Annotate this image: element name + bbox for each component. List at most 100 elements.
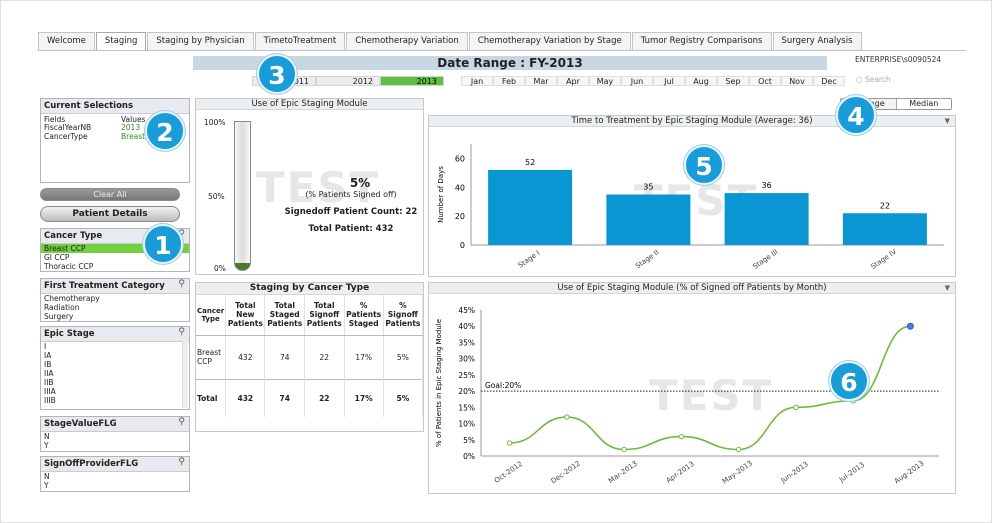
selection-value[interactable]: 2013: [121, 123, 140, 132]
first-treatment-category-listbox: First Treatment Category ⚲ Chemotherapy R…: [40, 278, 190, 322]
listbox-title: SignOffProviderFLG ⚲: [41, 457, 189, 472]
x-tick-label: May-2013: [721, 459, 754, 485]
month-aug[interactable]: Aug: [685, 76, 717, 86]
month-apr[interactable]: Apr: [557, 76, 589, 86]
selection-field: FiscalYearNB: [44, 123, 92, 132]
column-header: Total Signoff Patients: [304, 295, 345, 336]
x-tick-label: Stage III: [751, 248, 779, 271]
tab-chemotherapy-variation-by-stage[interactable]: Chemotherapy Variation by Stage: [468, 32, 631, 50]
tab-chemotherapy-variation[interactable]: Chemotherapy Variation: [346, 32, 468, 50]
month-oct[interactable]: Oct: [749, 76, 781, 86]
x-tick-label: Dec-2012: [550, 459, 582, 485]
bar: [724, 193, 809, 245]
tab-bar: Welcome Staging Staging by Physician Tim…: [38, 32, 863, 50]
list-item[interactable]: IB: [41, 360, 189, 369]
bar: [606, 194, 691, 245]
list-item[interactable]: Radiation: [41, 303, 189, 312]
user-label: ENTERPRISE\s0090524: [855, 55, 942, 64]
y-axis-label: % of Patients in Epic Staging Module: [435, 319, 443, 447]
month-may[interactable]: May: [589, 76, 621, 86]
search-icon[interactable]: ⚲: [178, 327, 185, 337]
tab-staging-by-physician[interactable]: Staging by Physician: [147, 32, 254, 50]
list-item[interactable]: IIB: [41, 378, 189, 387]
year-2013[interactable]: 2013: [380, 76, 444, 86]
scrollbar[interactable]: [182, 340, 188, 408]
gauge-percent-label: (% Patients Signed off): [305, 190, 397, 199]
y-tick-label: 0: [460, 241, 465, 250]
test-tube-gauge: [234, 121, 251, 271]
median-button[interactable]: Median: [895, 99, 951, 109]
list-item[interactable]: IA: [41, 351, 189, 360]
list-item[interactable]: N: [41, 432, 189, 441]
month-jul[interactable]: Jul: [653, 76, 685, 86]
table-cell: 74: [264, 379, 305, 417]
year-2012[interactable]: 2012: [316, 76, 380, 86]
axis-label: 0%: [214, 264, 226, 273]
search-placeholder: Search: [864, 75, 891, 84]
x-tick-label: Jun-2013: [779, 460, 810, 485]
listbox-title: StageValueFLG ⚲: [41, 417, 189, 432]
gauge-fill: [235, 262, 250, 270]
month-feb[interactable]: Feb: [493, 76, 525, 86]
month-jun[interactable]: Jun: [621, 76, 653, 86]
list-item[interactable]: Y: [41, 481, 189, 490]
x-tick-label: Stage IV: [869, 248, 898, 271]
search-input[interactable]: ○ Search: [856, 75, 891, 84]
x-tick-label: Stage II: [634, 248, 660, 270]
month-mar[interactable]: Mar: [525, 76, 557, 86]
chevron-down-icon[interactable]: ▼: [945, 116, 950, 127]
x-tick-label: Jul-2013: [837, 461, 866, 485]
month-nov[interactable]: Nov: [781, 76, 813, 86]
tab-tumor-registry-comparisons[interactable]: Tumor Registry Comparisons: [631, 32, 772, 50]
table-cell: 5%: [383, 335, 424, 379]
list-item[interactable]: N: [41, 472, 189, 481]
tab-surgery-analysis[interactable]: Surgery Analysis: [772, 32, 862, 50]
epic-stage-listbox: Epic Stage ⚲ I IA IB IIA IIB IIIA IIIB: [40, 326, 190, 410]
list-item[interactable]: IIA: [41, 369, 189, 378]
callout-badge-6: 6: [829, 361, 869, 401]
selection-field: CancerType: [44, 132, 88, 141]
y-tick-label: 25%: [458, 371, 475, 380]
tab-time-to-treatment[interactable]: TimetoTreatment: [254, 32, 346, 50]
month-dec[interactable]: Dec: [813, 76, 845, 86]
table-cell: Breast CCP: [196, 335, 227, 379]
column-header: Total Staged Patients: [264, 295, 305, 336]
chart-title: Use of Epic Staging Module (% of Signed …: [429, 283, 955, 294]
y-tick-label: 5%: [463, 436, 475, 445]
callout-badge-2: 2: [145, 111, 185, 151]
chevron-down-icon[interactable]: ▼: [945, 283, 950, 294]
bar: [488, 169, 573, 245]
x-tick-label: Apr-2013: [665, 460, 696, 485]
table-cell: 74: [264, 335, 305, 379]
list-item[interactable]: Chemotherapy: [41, 294, 189, 303]
staging-table-title: Staging by Cancer Type: [196, 283, 423, 295]
y-tick-label: 15%: [458, 403, 475, 412]
list-item[interactable]: Surgery: [41, 312, 189, 321]
search-icon[interactable]: ⚲: [178, 417, 185, 427]
gauge-percent: 5%: [349, 176, 371, 190]
list-item[interactable]: Y: [41, 441, 189, 450]
callout-badge-1: 1: [143, 224, 183, 264]
y-tick-label: 30%: [458, 355, 475, 364]
total-patients: Total Patient: 432: [308, 224, 394, 234]
patient-details-button[interactable]: Patient Details: [40, 206, 180, 222]
table-total-row: Total 432 74 22 17% 5%: [196, 379, 424, 417]
staging-by-cancer-type-panel: Staging by Cancer Type Cancer Type Total…: [195, 282, 424, 432]
data-point: [793, 404, 799, 411]
tab-staging[interactable]: Staging: [95, 32, 147, 50]
search-icon[interactable]: ⚲: [178, 279, 185, 289]
data-label: 35: [643, 183, 653, 192]
tab-welcome[interactable]: Welcome: [38, 32, 95, 50]
month-jan[interactable]: Jan: [461, 76, 493, 86]
table-row[interactable]: Breast CCP 432 74 22 17% 5%: [196, 335, 424, 379]
search-icon[interactable]: ⚲: [178, 457, 185, 467]
clear-all-button[interactable]: Clear All: [40, 188, 180, 201]
list-item[interactable]: I: [41, 342, 189, 351]
table-cell: 17%: [344, 335, 384, 379]
list-item[interactable]: IIIA: [41, 387, 189, 396]
month-sep[interactable]: Sep: [717, 76, 749, 86]
y-tick-label: 20%: [458, 387, 475, 396]
data-point: [906, 322, 914, 330]
list-item[interactable]: IIIB: [41, 396, 189, 405]
time-to-treatment-panel: Time to Treatment by Epic Staging Module…: [428, 115, 956, 277]
